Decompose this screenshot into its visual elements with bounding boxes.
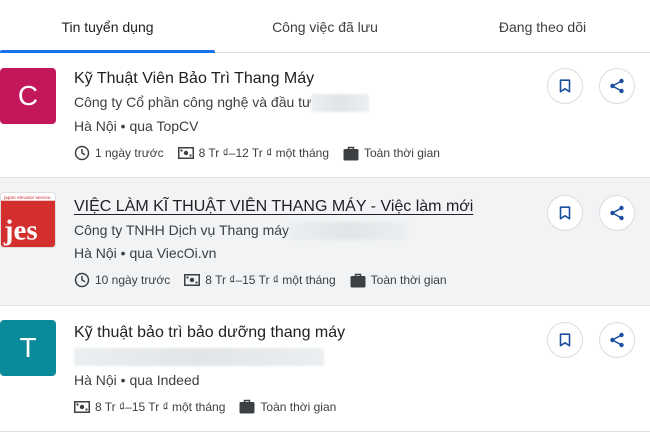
active-tab-indicator [0, 50, 215, 53]
salary-text: 8 Tr ₫–15 Tr ₫ một tháng [95, 399, 226, 414]
posted-time: 1 ngày trước [74, 145, 164, 161]
salary-text: 8 Tr ₫–15 Tr ₫ một tháng [205, 273, 336, 287]
job-card[interactable]: C Kỹ Thuật Viên Bảo Trì Thang Máy Công t… [0, 54, 650, 178]
share-icon [610, 205, 624, 221]
redacted-text [289, 222, 408, 241]
tab-job-postings[interactable]: Tin tuyển dụng [0, 0, 215, 53]
jes-logo: jes japan elevator service [1, 193, 55, 247]
clock-icon [74, 145, 90, 161]
company-name: Công ty TNHH Dịch vụ Thang máy [74, 222, 408, 241]
job-title[interactable]: Kỹ thuật bảo trì bảo dưỡng thang máy [74, 324, 345, 342]
salary: 8 Tr ₫–12 Tr ₫ một tháng [177, 146, 329, 160]
job-meta: 1 ngày trước 8 Tr ₫–12 Tr ₫ một tháng To… [74, 145, 454, 161]
money-icon [74, 400, 90, 413]
redacted-text [74, 348, 324, 367]
posted-time-text: 10 ngày trước [95, 273, 171, 287]
logo-letter: C [17, 80, 39, 111]
company-logo: T [0, 320, 56, 376]
job-card[interactable]: jes japan elevator service VIỆC LÀM KĨ T… [0, 178, 650, 306]
tab-following[interactable]: Đang theo dõi [435, 0, 650, 53]
save-job-button[interactable] [547, 322, 583, 358]
svg-text:jes: jes [3, 214, 38, 246]
briefcase-icon [343, 146, 359, 160]
employment-type: Toàn thời gian [343, 146, 440, 161]
redacted-text [311, 94, 370, 113]
job-title[interactable]: Kỹ Thuật Viên Bảo Trì Thang Máy [74, 70, 314, 88]
company-name: Công ty Cổ phần công nghệ và đầu tư [74, 94, 370, 113]
employment-type-text: Toàn thời gian [364, 146, 440, 160]
employment-type-text: Toàn thời gian [370, 273, 447, 287]
tab-label: Đang theo dõi [498, 18, 587, 35]
company-logo: C [0, 68, 56, 124]
company-name-text: Công ty Cổ phần công nghệ và đầu tư [74, 94, 312, 110]
clock-icon [74, 272, 90, 288]
briefcase-icon [239, 399, 255, 414]
share-job-button[interactable] [599, 68, 635, 104]
job-meta: 10 ngày trước 8 Tr ₫–15 Tr ₫ một tháng T… [74, 272, 461, 288]
employment-type: Toàn thời gian [239, 399, 336, 414]
tab-label: Tin tuyển dụng [61, 18, 154, 35]
share-icon [610, 332, 624, 348]
share-job-button[interactable] [599, 322, 635, 358]
salary-text: 8 Tr ₫–12 Tr ₫ một tháng [198, 146, 329, 160]
posted-time-text: 1 ngày trước [95, 146, 164, 160]
salary: 8 Tr ₫–15 Tr ₫ một tháng [184, 273, 336, 287]
save-job-button[interactable] [547, 195, 583, 231]
tab-label: Công việc đã lưu [272, 18, 378, 35]
company-logo: jes japan elevator service [0, 192, 56, 248]
job-title[interactable]: VIỆC LÀM KĨ THUẬT VIÊN THANG MÁY - Việc … [74, 198, 473, 216]
bookmark-icon [559, 206, 571, 220]
job-location-source: Hà Nội • qua TopCV [74, 118, 199, 134]
company-name [74, 348, 324, 367]
salary: 8 Tr ₫–15 Tr ₫ một tháng [74, 400, 225, 414]
bookmark-icon [559, 79, 571, 93]
money-icon [184, 274, 201, 286]
share-job-button[interactable] [599, 195, 635, 231]
briefcase-icon [350, 273, 366, 287]
employment-type-text: Toàn thời gian [260, 399, 337, 414]
money-icon [177, 147, 194, 159]
posted-time: 10 ngày trước [74, 272, 170, 288]
job-location-source: Hà Nội • qua ViecOi.vn [74, 245, 217, 261]
employment-type: Toàn thời gian [350, 273, 447, 288]
job-meta: 8 Tr ₫–15 Tr ₫ một tháng Toàn thời gian [74, 399, 350, 414]
job-location-source: Hà Nội • qua Indeed [74, 372, 200, 388]
job-card[interactable]: T Kỹ thuật bảo trì bảo dưỡng thang máy H… [0, 306, 650, 432]
svg-text:japan elevator service: japan elevator service [3, 195, 51, 201]
save-job-button[interactable] [547, 68, 583, 104]
company-name-text: Công ty TNHH Dịch vụ Thang máy [74, 222, 290, 238]
tab-bar: Tin tuyển dụng Công việc đã lưu Đang the… [0, 0, 650, 53]
share-icon [610, 78, 624, 94]
tab-saved-jobs[interactable]: Công việc đã lưu [215, 0, 435, 53]
logo-letter: T [19, 332, 37, 363]
bookmark-icon [559, 333, 571, 347]
